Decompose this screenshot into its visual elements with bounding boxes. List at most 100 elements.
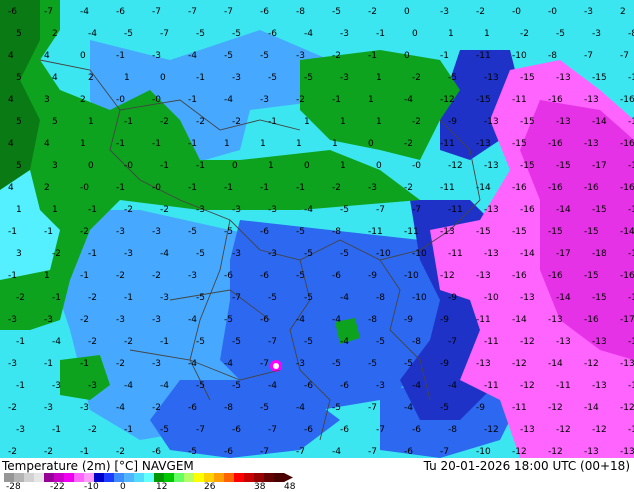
- temperature-value: -6: [340, 425, 349, 435]
- temperature-value: -7: [260, 359, 269, 369]
- colorbar-swatch: [54, 473, 65, 482]
- temperature-value: -4: [188, 359, 197, 369]
- temperature-value: -11: [448, 205, 463, 215]
- temperature-value: -5: [376, 337, 385, 347]
- colorbar-swatch: [274, 473, 285, 482]
- temperature-value: -15: [476, 227, 491, 237]
- valid-time: Tu 20-01-2026 18:00 UTC (00+18): [423, 459, 630, 473]
- colorbar-swatch: [74, 473, 85, 482]
- temperature-value: -9: [368, 271, 377, 281]
- temperature-value: -1: [116, 51, 125, 61]
- temperature-value: -6: [340, 381, 349, 391]
- temperature-value: -0: [512, 7, 521, 17]
- temperature-value: -7: [160, 29, 169, 39]
- temperature-value: -4: [188, 51, 197, 61]
- temperature-value: -13: [520, 293, 535, 303]
- temperature-value: -16: [512, 183, 527, 193]
- temperature-value: -4: [296, 315, 305, 325]
- temperature-value: -2: [80, 315, 89, 325]
- temperature-value: -5: [160, 425, 169, 435]
- temperature-value: -3: [116, 315, 125, 325]
- temperature-value: -1: [196, 161, 205, 171]
- temperature-value: -3: [232, 205, 241, 215]
- temperature-value: 1: [376, 117, 382, 127]
- temperature-value: 5: [16, 73, 22, 83]
- legend-footer: Temperature (2m) [°C] NAVGEM Tu 20-01-20…: [0, 458, 634, 492]
- temperature-value: -17: [620, 315, 634, 325]
- temperature-value: -10: [484, 293, 499, 303]
- temperature-value: 0: [160, 73, 166, 83]
- temperature-value: 5: [16, 161, 22, 171]
- temperature-value: -13: [628, 337, 634, 347]
- temperature-value: 1: [44, 271, 50, 281]
- temperature-value: -5: [188, 227, 197, 237]
- temperature-value: -3: [340, 73, 349, 83]
- temperature-value: -5: [304, 73, 313, 83]
- temperature-value: -9: [448, 117, 457, 127]
- temperature-value: -2: [88, 337, 97, 347]
- temperature-value: -1: [88, 205, 97, 215]
- temperature-value: -2: [124, 205, 133, 215]
- temperature-value: -12: [448, 161, 463, 171]
- temperature-value: -15: [584, 227, 599, 237]
- temperature-value: -13: [476, 359, 491, 369]
- temperature-value: -13: [476, 271, 491, 281]
- temperature-value: -13: [484, 73, 499, 83]
- temperature-value: -7: [268, 425, 277, 435]
- temperature-value: -1: [124, 425, 133, 435]
- temperature-value: -16: [520, 205, 535, 215]
- temperature-value: -13: [592, 381, 607, 391]
- temperature-value: -14: [512, 315, 527, 325]
- temperature-value: -5: [556, 29, 565, 39]
- temperature-value: -3: [88, 381, 97, 391]
- temperature-value: -7: [620, 51, 629, 61]
- temperature-value: -5: [448, 73, 457, 83]
- temperature-value: -3: [116, 227, 125, 237]
- temperature-value: -11: [476, 315, 491, 325]
- temperature-value: -8: [412, 337, 421, 347]
- temperature-value: -4: [160, 381, 169, 391]
- temperature-value: -7: [584, 51, 593, 61]
- temperature-value: -13: [548, 315, 563, 325]
- temperature-value: 4: [8, 183, 14, 193]
- temperature-value: 5: [52, 117, 58, 127]
- temperature-value: -3: [160, 293, 169, 303]
- temperature-value: -4: [448, 381, 457, 391]
- temperature-value: -5: [440, 403, 449, 413]
- temperature-value: -16: [628, 249, 634, 259]
- temperature-value: -2: [116, 447, 125, 457]
- temperature-value: -1: [152, 139, 161, 149]
- temperature-value: -3: [260, 95, 269, 105]
- temperature-value: -5: [224, 315, 233, 325]
- temperature-value: -15: [628, 205, 634, 215]
- temperature-value: 3: [44, 95, 50, 105]
- temperature-value: 4: [8, 139, 14, 149]
- temperature-value: -3: [232, 73, 241, 83]
- colorbar-tick-label: -22: [50, 482, 65, 492]
- temperature-value: -1: [196, 73, 205, 83]
- temperature-value: -12: [556, 425, 571, 435]
- temperature-value: -16: [512, 271, 527, 281]
- temperature-value: -6: [232, 425, 241, 435]
- temperature-value: -0: [548, 7, 557, 17]
- temperature-value: 0: [404, 7, 410, 17]
- temperature-value: -16: [548, 95, 563, 105]
- temperature-value: -1: [16, 337, 25, 347]
- temperature-value: -13: [620, 447, 634, 457]
- temperature-value: -5: [124, 29, 133, 39]
- temperature-value: -13: [584, 447, 599, 457]
- temperature-value: -15: [628, 117, 634, 127]
- colorbar-swatch: [104, 473, 115, 482]
- temperature-value: -12: [548, 403, 563, 413]
- temperature-value: -1: [224, 183, 233, 193]
- temperature-value: -5: [296, 271, 305, 281]
- temperature-value: -10: [512, 51, 527, 61]
- temperature-value: -4: [404, 403, 413, 413]
- temperature-map: -6 -7 -4 -6 -7 -7 -7 -6 -8 -5 -2 0 -3 -2 -0 -0 -3 2 5 2 -4 -5…: [0, 0, 634, 458]
- temperature-value: -5: [404, 359, 413, 369]
- temperature-value: -15: [592, 205, 607, 215]
- temperature-value: 4: [44, 51, 50, 61]
- temperature-value: -5: [260, 403, 269, 413]
- temperature-value: -3: [152, 227, 161, 237]
- temperature-value: -5: [304, 337, 313, 347]
